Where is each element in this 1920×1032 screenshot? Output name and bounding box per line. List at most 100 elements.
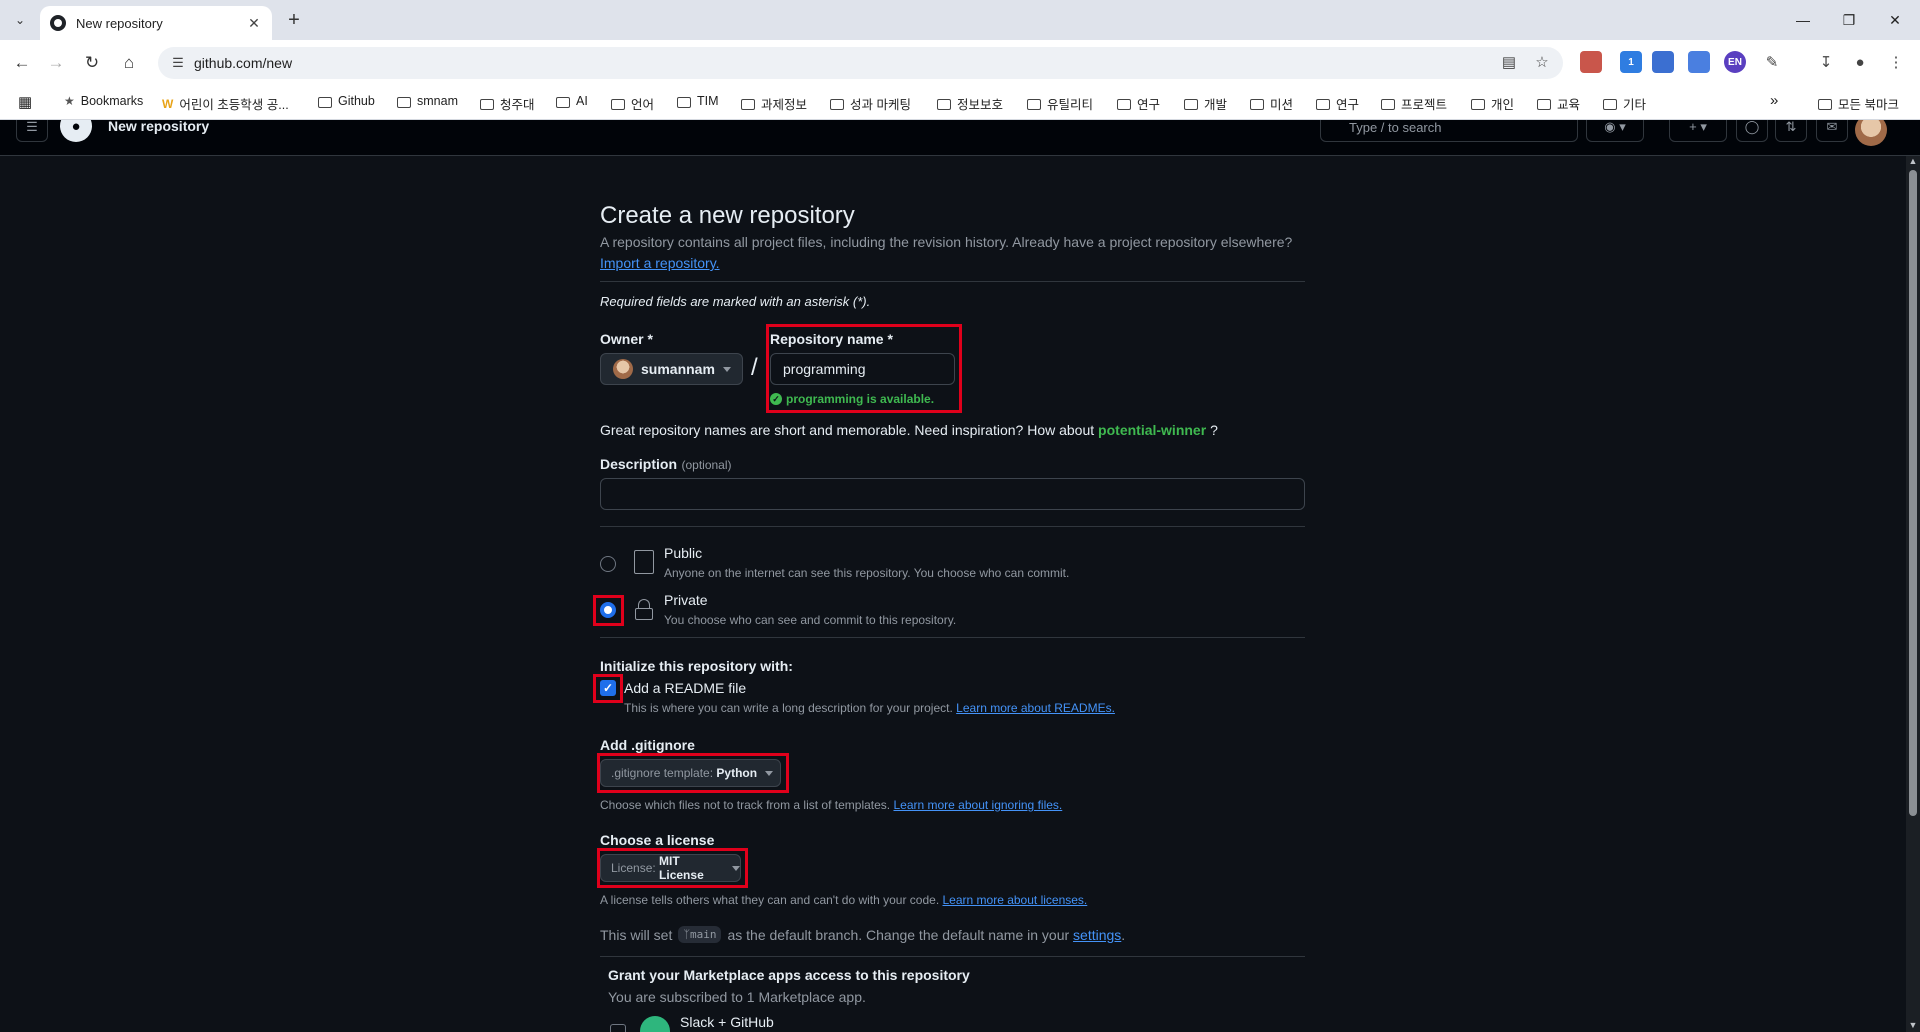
copilot-icon[interactable]: ◉ ▾ <box>1586 120 1644 142</box>
bookmark-folder[interactable]: 청주대 <box>480 94 535 113</box>
visibility-private-desc: You choose who can see and commit to thi… <box>664 613 957 627</box>
folder-icon <box>1603 99 1617 110</box>
description-input[interactable] <box>600 478 1305 510</box>
bookmark-folder[interactable]: 기타 <box>1603 94 1646 113</box>
scroll-thumb[interactable] <box>1909 170 1917 816</box>
availability-text: programming is available. <box>786 392 935 406</box>
description-label: Description <box>600 456 678 472</box>
visibility-private-label[interactable]: Private <box>664 592 708 608</box>
bookmark-folder[interactable]: smnam <box>397 94 458 108</box>
home-icon[interactable]: ⌂ <box>115 49 143 77</box>
scroll-up-icon[interactable]: ▲ <box>1908 156 1918 166</box>
folder-icon <box>1316 99 1330 110</box>
hamburger-menu-icon[interactable]: ☰ <box>16 120 48 142</box>
extension-cast-icon[interactable] <box>1580 51 1602 73</box>
import-repository-link[interactable]: Import a repository. <box>600 255 720 271</box>
bookmark-item[interactable]: W 어린이 초등학생 공... <box>162 94 289 113</box>
bookmark-folder[interactable]: 개발 <box>1184 94 1227 113</box>
gitignore-value: Python <box>716 766 758 780</box>
owner-label: Owner * <box>600 331 653 347</box>
user-avatar[interactable] <box>1855 120 1887 146</box>
tab-search-chevron-icon[interactable]: ⌄ <box>8 8 32 32</box>
bookmark-folder[interactable]: 교육 <box>1537 94 1580 113</box>
profile-icon[interactable]: ● <box>1846 48 1874 76</box>
browser-menu-icon[interactable]: ⋮ <box>1882 48 1910 76</box>
tab-close-icon[interactable]: ✕ <box>246 15 262 32</box>
minimize-icon[interactable]: — <box>1780 0 1826 40</box>
repo-name-input[interactable]: programming <box>770 353 955 385</box>
browser-tab-active[interactable]: New repository ✕ <box>40 6 272 40</box>
bookmark-folder[interactable]: 유틸리티 <box>1027 94 1093 113</box>
extension-mail-icon[interactable]: 1 <box>1620 51 1642 73</box>
bookmark-label: 개인 <box>1491 98 1515 112</box>
visibility-public-desc: Anyone on the internet can see this repo… <box>664 566 1070 580</box>
browser-tabstrip: ⌄ New repository ✕ + — ❐ ✕ <box>0 0 1920 40</box>
visibility-public-label[interactable]: Public <box>664 545 702 561</box>
back-arrow-icon[interactable]: ← <box>8 49 36 77</box>
gitignore-template-select[interactable]: .gitignore template: Python <box>600 759 781 787</box>
inspiration-line: Great repository names are short and mem… <box>600 422 1218 438</box>
bookmark-item[interactable]: ★ Bookmarks <box>64 94 143 108</box>
issues-icon[interactable]: ◯ <box>1736 120 1768 142</box>
bookmark-folder[interactable]: 언어 <box>611 94 654 113</box>
gitignore-learn-more-link[interactable]: Learn more about ignoring files. <box>893 798 1062 812</box>
folder-icon <box>611 99 625 110</box>
folder-icon <box>1117 99 1131 110</box>
browser-toolbar: ← → ↻ ⌂ ☰ github.com/new ▤ ☆ 1 EN ✎ ↧ ● … <box>0 40 1920 86</box>
readme-checkbox[interactable]: ✓ <box>600 680 616 696</box>
scroll-down-icon[interactable]: ▼ <box>1908 1020 1918 1030</box>
extensions-puzzle-icon[interactable]: ✎ <box>1758 48 1786 76</box>
license-select[interactable]: License: MIT License <box>600 854 741 882</box>
folder-icon <box>556 96 570 108</box>
bookmark-label: 청주대 <box>500 98 535 112</box>
bookmark-folder[interactable]: 개인 <box>1471 94 1514 113</box>
header-search-input[interactable]: Type / to search <box>1320 120 1578 142</box>
bookmarks-bar: ▦ ★ Bookmarks W 어린이 초등학생 공... Github smnam… <box>0 86 1920 120</box>
readme-learn-more-link[interactable]: Learn more about READMEs. <box>956 701 1115 715</box>
page-scrollbar[interactable]: ▲ ▼ <box>1906 156 1920 1032</box>
all-bookmarks-folder[interactable]: 모든 북마크 <box>1818 94 1899 113</box>
new-tab-plus-icon[interactable]: + <box>282 8 306 32</box>
github-logo-icon[interactable]: ● <box>60 120 92 142</box>
bookmark-folder[interactable]: 연구 <box>1117 94 1160 113</box>
bookmark-folder[interactable]: 과제정보 <box>741 94 807 113</box>
bookmark-folder[interactable]: 프로젝트 <box>1381 94 1447 113</box>
bookmark-folder[interactable]: 연구 <box>1316 94 1359 113</box>
extension-en-icon[interactable]: EN <box>1724 51 1746 73</box>
pull-requests-icon[interactable]: ⇅ <box>1775 120 1807 142</box>
download-icon[interactable]: ↧ <box>1812 48 1840 76</box>
readme-label[interactable]: Add a README file <box>624 680 746 696</box>
marketplace-app-checkbox[interactable] <box>610 1024 626 1032</box>
visibility-public-radio[interactable] <box>600 556 616 572</box>
visibility-private-radio[interactable] <box>600 602 616 618</box>
settings-link[interactable]: settings <box>1073 927 1121 943</box>
create-new-plus-icon[interactable]: + ▾ <box>1669 120 1727 142</box>
bookmark-folder[interactable]: 정보보호 <box>937 94 1003 113</box>
bookmark-folder[interactable]: AI <box>556 94 588 108</box>
forward-arrow-icon[interactable]: → <box>42 49 70 77</box>
more-bookmarks-chevron-icon[interactable]: » <box>1770 92 1778 109</box>
bookmark-folder[interactable]: Github <box>318 94 375 108</box>
site-info-icon[interactable]: ☰ <box>162 55 194 71</box>
inspiration-suggestion[interactable]: potential-winner <box>1098 422 1206 438</box>
license-learn-more-link[interactable]: Learn more about licenses. <box>943 893 1088 907</box>
gitignore-desc: Choose which files not to track from a l… <box>600 798 891 812</box>
window-close-icon[interactable]: ✕ <box>1872 0 1918 40</box>
extension-translate-icon[interactable] <box>1688 51 1710 73</box>
inbox-icon[interactable]: ✉ <box>1816 120 1848 142</box>
bookmark-folder[interactable]: 성과 마케팅 <box>830 94 911 113</box>
bookmark-folder[interactable]: TIM <box>677 94 719 108</box>
install-app-icon[interactable]: ▤ <box>1495 48 1523 76</box>
bookmark-folder[interactable]: 미션 <box>1250 94 1293 113</box>
extension-en-label: EN <box>1728 56 1742 68</box>
apps-grid-icon[interactable]: ▦ <box>18 93 32 111</box>
address-bar[interactable]: ☰ github.com/new <box>158 47 1563 79</box>
branch-text-1: This will set <box>600 926 673 943</box>
owner-select[interactable]: sumannam <box>600 353 743 385</box>
bookmark-star-icon[interactable]: ☆ <box>1528 48 1556 76</box>
reload-icon[interactable]: ↻ <box>78 49 106 77</box>
gitignore-desc-row: Choose which files not to track from a l… <box>600 798 1062 812</box>
readme-desc-row: This is where you can write a long descr… <box>624 701 1115 715</box>
extension-chart-icon[interactable] <box>1652 51 1674 73</box>
restore-icon[interactable]: ❐ <box>1826 0 1872 40</box>
